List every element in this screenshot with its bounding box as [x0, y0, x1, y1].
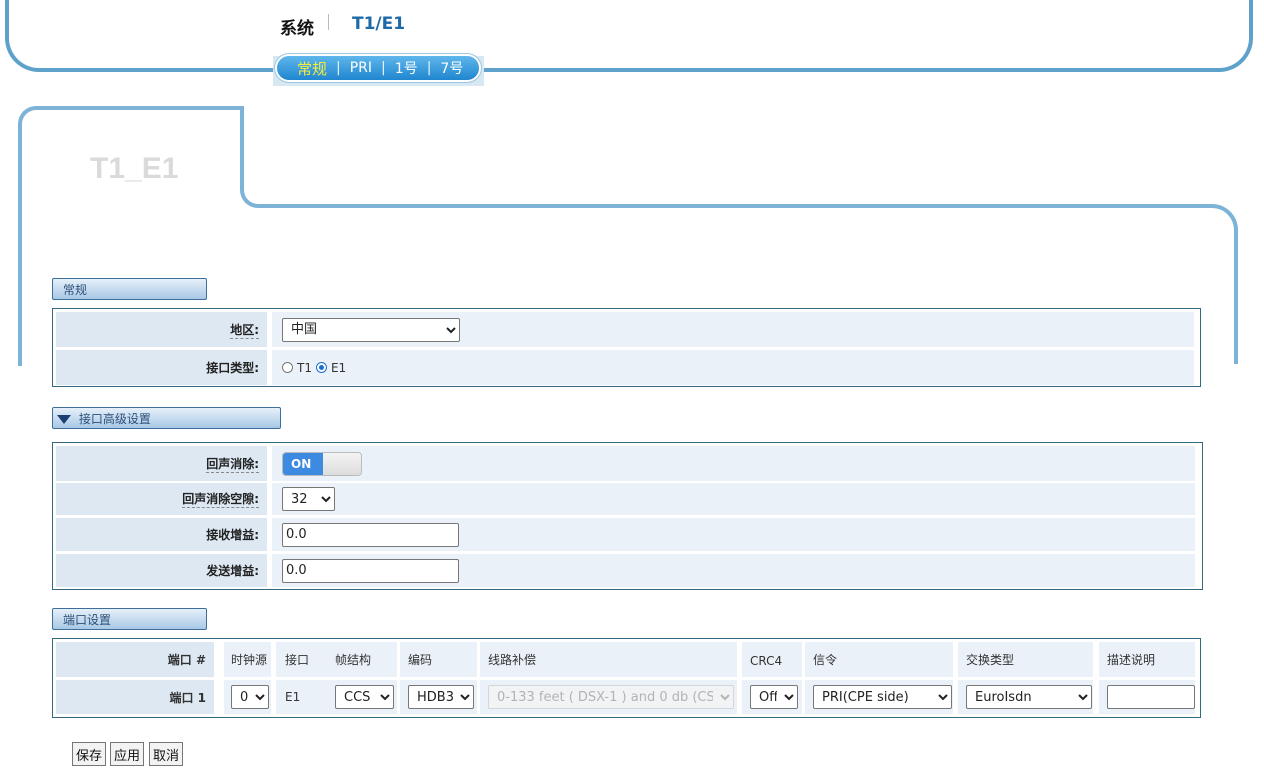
tab-general[interactable]: 常规 [297, 58, 327, 79]
section-header-label: 常规 [63, 283, 88, 297]
content-frame-corner [240, 174, 280, 208]
port-clock-cell: 0 [224, 680, 271, 714]
radio-t1[interactable]: T1 [282, 361, 312, 375]
tab-separator: | [426, 60, 432, 76]
collapse-triangle-icon[interactable] [57, 415, 71, 424]
form-row-echo-tap: 回声消除空隙: 32 [56, 483, 1198, 515]
port-interface-cell: E1 [276, 680, 329, 714]
column-header-framing: 帧结构 [327, 642, 397, 677]
port-coding-cell: HDB3 [400, 680, 477, 714]
tab-no7[interactable]: 7号 [440, 58, 463, 78]
crc4-select[interactable]: Off [750, 685, 798, 709]
port-description-cell [1099, 680, 1195, 714]
framing-select[interactable]: CCS [335, 685, 394, 709]
lbo-select[interactable]: 0-133 feet ( DSX-1 ) and 0 db (CSU) [488, 685, 734, 709]
form-label: 回声消除空隙: [56, 483, 267, 515]
tab-no1[interactable]: 1号 [395, 58, 418, 78]
form-value: T1 E1 [272, 350, 1194, 385]
advanced-form: 回声消除: ON 回声消除空隙: 32 接收增益: 发送增益: [52, 442, 1203, 590]
coding-select[interactable]: HDB3 [408, 685, 474, 709]
header-frame [5, 0, 1253, 72]
section-header-label: 接口高级设置 [78, 412, 151, 426]
page-title: T1_E1 [90, 152, 179, 185]
form-label: 发送增益: [56, 554, 267, 587]
toggle-on-label: ON [283, 452, 323, 475]
column-header-coding: 编码 [400, 642, 477, 677]
tx-gain-input[interactable] [282, 558, 459, 583]
section-header-advanced[interactable]: 接口高级设置 [52, 407, 281, 429]
form-label: 地区: [56, 312, 267, 347]
tab-pri[interactable]: PRI [350, 60, 372, 76]
section-header-label: 端口设置 [63, 613, 112, 627]
column-header-clock: 时钟源 [224, 642, 271, 677]
form-row-region: 地区: 中国 [56, 312, 1197, 347]
form-row-rx-gain: 接收增益: [56, 518, 1198, 551]
apply-button[interactable]: 应用 [110, 742, 145, 766]
region-select[interactable]: 中国 [282, 317, 460, 342]
save-button[interactable]: 保存 [72, 742, 107, 766]
section-header-ports: 端口设置 [52, 608, 207, 630]
description-input[interactable] [1107, 685, 1195, 709]
port-switch-type-cell: EuroIsdn [958, 680, 1093, 714]
port-row-label: 端口 1 [56, 680, 214, 714]
column-header-lbo: 线路补偿 [480, 642, 737, 677]
column-header-port: 端口 # [56, 642, 214, 677]
form-label: 接收增益: [56, 518, 267, 551]
column-header-crc4: CRC4 [742, 642, 802, 677]
port-framing-cell: CCS [327, 680, 397, 714]
switch-type-select[interactable]: EuroIsdn [966, 685, 1092, 709]
header-divider [328, 14, 329, 30]
port-table: 端口 # 时钟源 接口 帧结构 编码 线路补偿 CRC4 信令 交换类型 描述说… [52, 638, 1201, 718]
section-header-general: 常规 [52, 278, 207, 300]
column-header-switch-type: 交换类型 [958, 642, 1093, 677]
signaling-select[interactable]: PRI(CPE side) [813, 685, 952, 709]
column-header-interface: 接口 [276, 642, 329, 677]
echo-cancel-toggle[interactable]: ON [282, 451, 362, 476]
port-signaling-cell: PRI(CPE side) [805, 680, 953, 714]
form-value [272, 554, 1195, 587]
cancel-button[interactable]: 取消 [149, 742, 184, 766]
port-lbo-cell: 0-133 feet ( DSX-1 ) and 0 db (CSU) [480, 680, 737, 714]
form-row-tx-gain: 发送增益: [56, 554, 1198, 587]
column-header-signaling: 信令 [805, 642, 953, 677]
radio-t1-dot[interactable] [282, 362, 293, 373]
port-crc4-cell: Off [742, 680, 802, 714]
form-row-echo-cancel: 回声消除: ON [56, 446, 1198, 481]
tab-separator: | [381, 60, 386, 76]
radio-e1-dot[interactable] [315, 362, 327, 373]
page-subsection-title[interactable]: T1/E1 [352, 14, 405, 34]
form-label: 回声消除: [56, 446, 267, 481]
clock-source-select[interactable]: 0 [231, 685, 269, 709]
form-value: 32 [272, 483, 1195, 515]
column-header-description: 描述说明 [1099, 642, 1195, 677]
subnav-tabs: 常规 | PRI | 1号 | 7号 [277, 56, 479, 80]
page-section-title: 系统 [280, 19, 314, 39]
general-form: 地区: 中国 接口类型: T1 E1 [52, 308, 1201, 387]
echo-tap-select[interactable]: 32 [282, 487, 335, 511]
radio-e1[interactable]: E1 [315, 361, 346, 375]
form-value [272, 518, 1195, 551]
form-value: 中国 [272, 312, 1194, 347]
rx-gain-input[interactable] [282, 522, 459, 547]
toggle-knob [323, 452, 361, 475]
form-label: 接口类型: [56, 350, 267, 385]
form-row-interface-type: 接口类型: T1 E1 [56, 350, 1197, 385]
tab-separator: | [336, 60, 341, 76]
form-value: ON [272, 446, 1195, 481]
